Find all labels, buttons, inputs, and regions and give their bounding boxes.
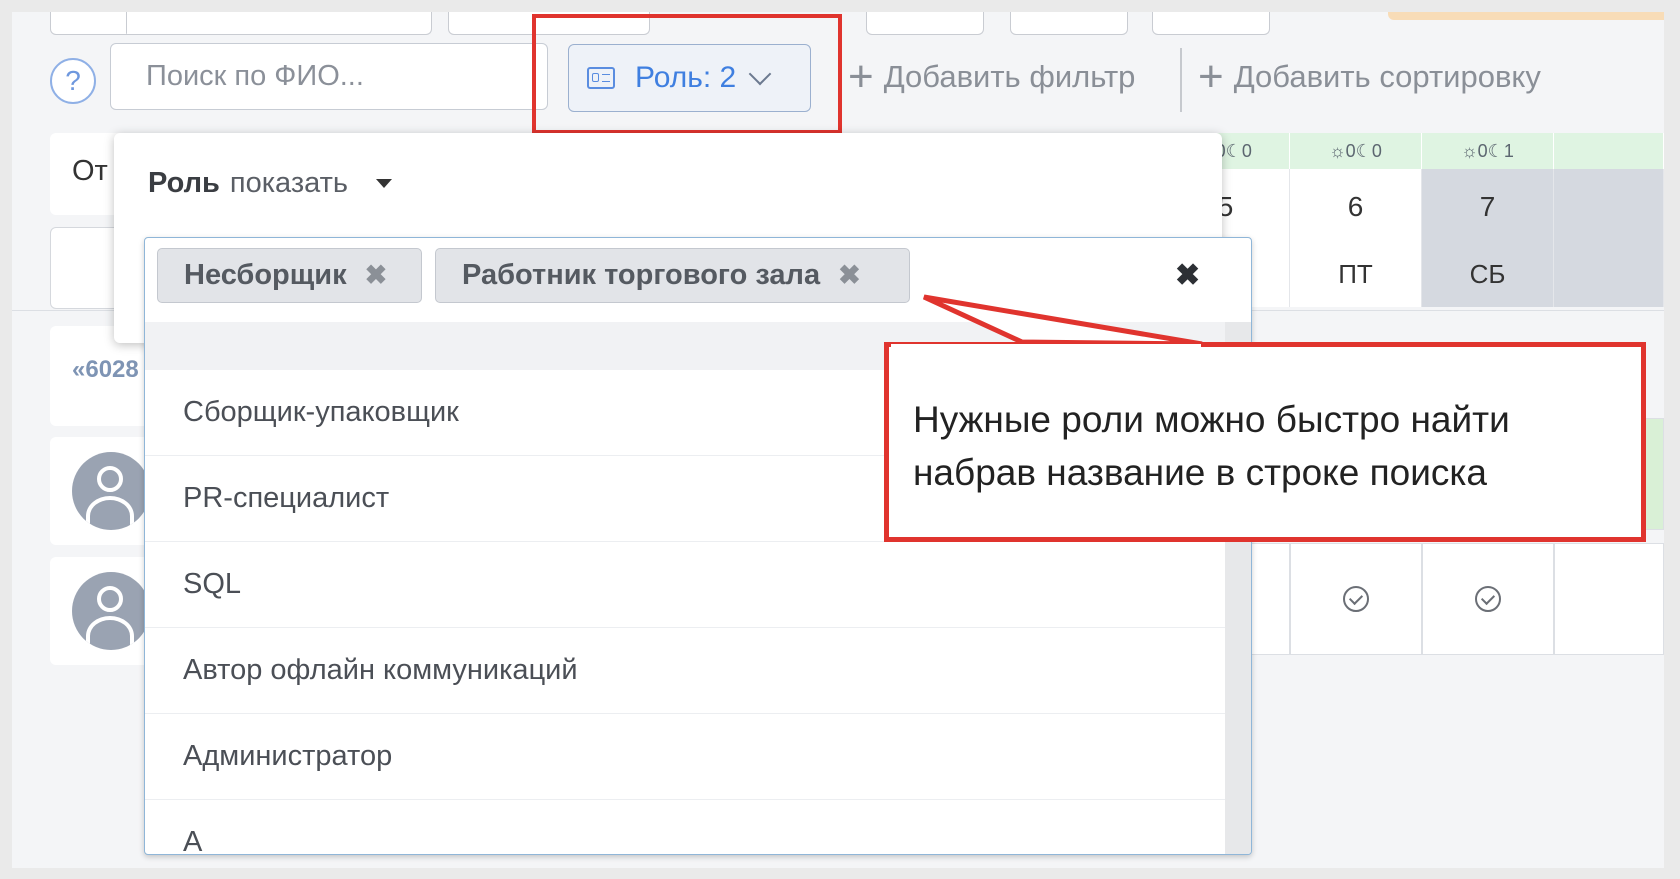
callout-line: Нужные роли можно быстро найти — [913, 399, 1510, 440]
weather-cell: ☼0☾0 — [1290, 133, 1422, 169]
role-mode-selector[interactable]: Роль показать — [148, 167, 393, 200]
avatar — [72, 572, 150, 650]
plus-icon: + — [848, 52, 874, 101]
left-header-label: От — [72, 155, 108, 187]
group-label: «6028 — [72, 356, 139, 383]
schedule-cell[interactable] — [1422, 543, 1554, 655]
app-frame: ? Поиск по ФИО... Роль: 2 + Добавить фил… — [12, 12, 1664, 868]
day-header[interactable]: 6 ПТ — [1290, 169, 1422, 307]
day-number: 7 — [1479, 191, 1496, 222]
selected-tag[interactable]: Несборщик ✖ — [157, 248, 422, 303]
day-number: 6 — [1347, 191, 1364, 222]
add-filter-button[interactable]: + Добавить фильтр — [848, 52, 1135, 102]
top-control-3[interactable] — [866, 12, 984, 35]
top-status-bar — [1388, 12, 1664, 20]
weather-cell-partial — [1554, 133, 1664, 169]
role-option[interactable]: SQL — [145, 542, 1225, 628]
help-icon[interactable]: ? — [50, 58, 96, 104]
caret-down-icon — [376, 179, 393, 188]
callout-join — [891, 344, 1201, 350]
callout-tooltip: Нужные роли можно быстро найти набрав на… — [884, 342, 1646, 542]
day-header-weekend[interactable]: 7 СБ — [1422, 169, 1554, 307]
role-multiselect[interactable]: Несборщик ✖ Работник торгового зала ✖ ✖ … — [144, 237, 1252, 855]
top-control-1[interactable] — [50, 12, 432, 35]
check-circle-icon — [1343, 586, 1369, 612]
plus-icon: + — [1198, 52, 1224, 101]
add-sort-button[interactable]: + Добавить сортировку — [1198, 52, 1541, 102]
clear-all-icon[interactable]: ✖ — [1175, 258, 1200, 293]
day-of-week: ПТ — [1338, 259, 1373, 289]
check-circle-icon — [1475, 586, 1501, 612]
selected-tag-label: Несборщик — [184, 259, 347, 291]
avatar — [72, 452, 150, 530]
day-header-partial — [1554, 169, 1664, 307]
weather-cell: ☼0☾1 — [1422, 133, 1554, 169]
search-input[interactable]: Поиск по ФИО... — [110, 43, 548, 110]
top-control-divider — [126, 12, 128, 34]
add-sort-label: Добавить сортировку — [1233, 59, 1541, 94]
role-mode-label: показать — [229, 167, 349, 199]
selected-tag[interactable]: Работник торгового зала ✖ — [435, 248, 910, 303]
top-control-5[interactable] — [1152, 12, 1270, 35]
role-option-partial[interactable]: А — [145, 800, 1225, 854]
role-header-label: Роль — [148, 167, 220, 199]
schedule-cell-partial[interactable] — [1554, 543, 1664, 655]
schedule-cell[interactable] — [1290, 543, 1422, 655]
highlight-frame — [532, 14, 842, 134]
selected-tag-label: Работник торгового зала — [462, 259, 821, 291]
remove-tag-icon[interactable]: ✖ — [838, 260, 861, 291]
day-of-week: СБ — [1469, 259, 1506, 289]
callout-line: набрав название в строке поиска — [913, 452, 1487, 493]
role-option[interactable]: Автор офлайн коммуникаций — [145, 628, 1225, 714]
remove-tag-icon[interactable]: ✖ — [365, 260, 388, 291]
add-filter-label: Добавить фильтр — [883, 59, 1136, 94]
role-option[interactable]: Администратор — [145, 714, 1225, 800]
top-control-4[interactable] — [1010, 12, 1128, 35]
toolbar-divider — [1180, 48, 1182, 112]
